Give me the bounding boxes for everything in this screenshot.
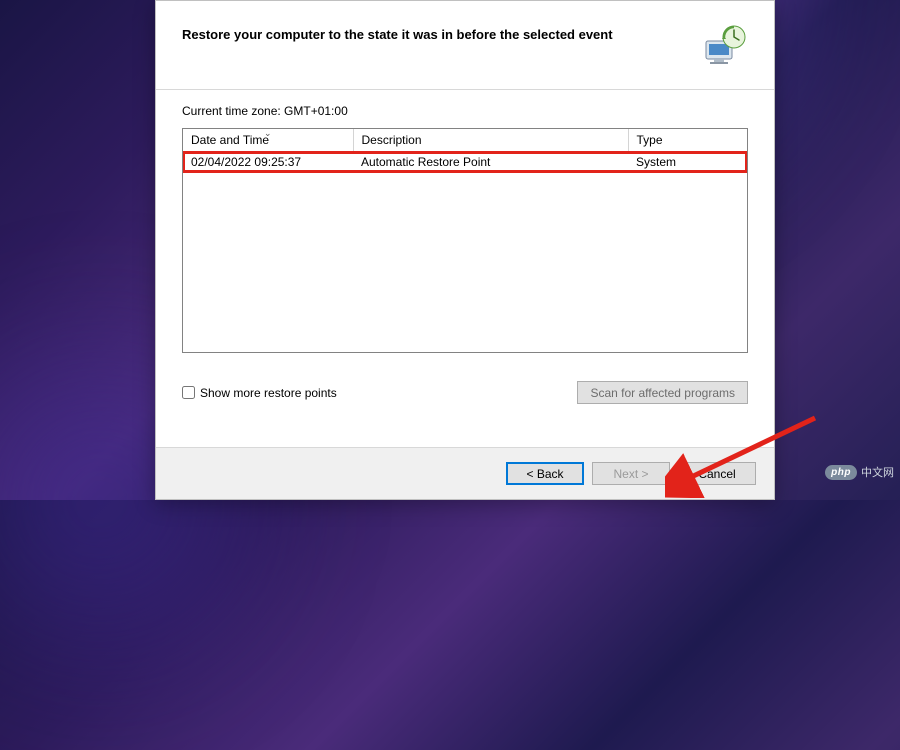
cancel-button[interactable]: Cancel	[678, 462, 756, 485]
system-restore-dialog: Restore your computer to the state it wa…	[155, 0, 775, 500]
column-header-description[interactable]: Description	[353, 129, 628, 152]
cell-description: Automatic Restore Point	[353, 152, 628, 173]
show-more-label: Show more restore points	[200, 386, 337, 400]
restore-points-table: ⌄ Date and Time Description Type 02/04/2…	[183, 129, 747, 172]
scan-affected-programs-button[interactable]: Scan for affected programs	[577, 381, 748, 404]
watermark-text: 中文网	[861, 464, 894, 480]
options-row: Show more restore points Scan for affect…	[182, 381, 748, 416]
column-header-date-label: Date and Time	[191, 133, 269, 147]
dialog-header: Restore your computer to the state it wa…	[156, 1, 774, 90]
show-more-restore-points-option[interactable]: Show more restore points	[182, 386, 337, 400]
next-button[interactable]: Next >	[592, 462, 670, 485]
system-restore-icon	[700, 23, 748, 71]
restore-points-table-container: ⌄ Date and Time Description Type 02/04/2…	[182, 128, 748, 353]
show-more-checkbox[interactable]	[182, 386, 195, 399]
dialog-footer: < Back Next > Cancel	[156, 447, 774, 499]
cell-type: System	[628, 152, 747, 173]
back-button[interactable]: < Back	[506, 462, 584, 485]
watermark: php 中文网	[825, 464, 894, 480]
dialog-title: Restore your computer to the state it wa…	[182, 23, 613, 42]
cell-date: 02/04/2022 09:25:37	[183, 152, 353, 173]
timezone-label: Current time zone: GMT+01:00	[182, 104, 748, 118]
column-header-type[interactable]: Type	[628, 129, 747, 152]
restore-point-row[interactable]: 02/04/2022 09:25:37 Automatic Restore Po…	[183, 152, 747, 173]
column-header-type-label: Type	[637, 133, 663, 147]
column-header-description-label: Description	[362, 133, 422, 147]
dialog-content: Current time zone: GMT+01:00 ⌄ Date and …	[156, 90, 774, 447]
sort-indicator-icon: ⌄	[264, 128, 272, 139]
watermark-badge: php	[825, 465, 857, 480]
column-header-date[interactable]: ⌄ Date and Time	[183, 129, 353, 152]
